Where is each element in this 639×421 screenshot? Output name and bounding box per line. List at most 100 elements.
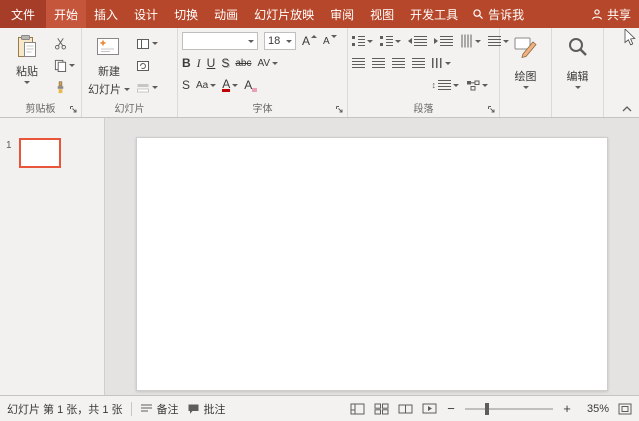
- titlebar-spacer: [530, 0, 583, 28]
- change-case-glyph: Aa: [196, 79, 209, 91]
- paragraph-dialog-launcher[interactable]: [487, 105, 497, 115]
- slideshow-button[interactable]: [422, 403, 437, 415]
- slide-sorter-button[interactable]: [374, 403, 389, 415]
- chevron-up-icon: [622, 106, 632, 112]
- tab-slideshow[interactable]: 幻灯片放映: [246, 0, 322, 28]
- bold-button[interactable]: B: [182, 56, 191, 70]
- format-painter-button[interactable]: [54, 80, 75, 95]
- slide-canvas[interactable]: [136, 137, 608, 391]
- underline-button[interactable]: U: [207, 56, 216, 70]
- zoom-slider-handle[interactable]: [485, 402, 489, 415]
- character-spacing-button[interactable]: AV: [257, 56, 279, 71]
- convert-to-smartart-button[interactable]: [466, 78, 488, 93]
- comment-icon: [188, 404, 199, 414]
- font-dialog-launcher[interactable]: [335, 105, 345, 115]
- drawing-button-label: 绘图: [514, 71, 537, 83]
- decrease-indent-button[interactable]: [408, 34, 427, 49]
- tab-review[interactable]: 审阅: [322, 0, 362, 28]
- zoom-in-button[interactable]: +: [562, 402, 572, 415]
- columns-icon: [432, 58, 443, 68]
- slide-editor-area: [105, 118, 639, 395]
- new-slide-label-line2: 幻灯片: [88, 84, 121, 96]
- powerpoint-window: 文件 开始 插入 设计 切换 动画 幻灯片放映 审阅 视图 开发工具 告诉我 共…: [0, 0, 639, 421]
- drawing-icon: [513, 33, 539, 61]
- share-person-icon: [591, 8, 603, 21]
- tab-animations[interactable]: 动画: [206, 0, 246, 28]
- slide-counter: 幻灯片 第 1 张，共 1 张: [7, 403, 123, 416]
- drawing-button[interactable]: 绘图: [504, 31, 547, 114]
- fit-to-window-icon: [618, 403, 632, 414]
- slide-sorter-icon: [374, 403, 389, 414]
- reset-icon: [137, 60, 149, 71]
- columns-button[interactable]: [432, 56, 451, 71]
- tab-home[interactable]: 开始: [46, 0, 87, 28]
- section-icon: [137, 83, 149, 92]
- paste-button[interactable]: 粘贴: [4, 31, 50, 102]
- decrease-font-size-glyph: A: [323, 35, 330, 47]
- section-button[interactable]: [136, 80, 158, 95]
- tab-insert[interactable]: 插入: [86, 0, 126, 28]
- tab-design[interactable]: 设计: [126, 0, 166, 28]
- slides-group-label: 幻灯片: [114, 104, 145, 115]
- cut-button[interactable]: [54, 36, 75, 51]
- font-size-select[interactable]: 18: [264, 32, 296, 50]
- tab-developer[interactable]: 开发工具: [402, 0, 466, 28]
- text-direction-icon: [461, 34, 472, 48]
- slide-thumbnails-panel: 1: [0, 118, 105, 395]
- tab-view[interactable]: 视图: [362, 0, 402, 28]
- increase-indent-icon: [434, 38, 438, 44]
- justify-button[interactable]: [412, 58, 425, 68]
- text-effects-button[interactable]: S: [182, 78, 190, 92]
- collapse-ribbon-button[interactable]: [621, 105, 633, 113]
- tell-me-box[interactable]: 告诉我: [466, 0, 530, 28]
- italic-button[interactable]: I: [197, 56, 201, 70]
- slides-group: 新建 幻灯片 幻灯片: [82, 28, 178, 117]
- editing-button-label: 编辑: [566, 71, 589, 83]
- font-name-select[interactable]: [182, 32, 258, 50]
- slide-thumbnail-selected[interactable]: [18, 138, 61, 168]
- notes-button[interactable]: 备注: [140, 401, 179, 417]
- format-painter-icon: [57, 81, 64, 94]
- share-button[interactable]: 共享: [583, 0, 639, 28]
- comments-button[interactable]: 批注: [187, 401, 226, 417]
- slide-layout-button[interactable]: [136, 36, 158, 51]
- zoom-out-button[interactable]: −: [446, 402, 456, 415]
- change-case-button[interactable]: Aa: [196, 78, 217, 93]
- increase-font-size-button[interactable]: A: [302, 34, 318, 48]
- tab-file[interactable]: 文件: [0, 0, 47, 28]
- tab-transitions[interactable]: 切换: [166, 0, 206, 28]
- font-color-button[interactable]: A: [222, 78, 239, 93]
- copy-button[interactable]: [54, 58, 75, 73]
- zoom-percentage[interactable]: 35%: [581, 403, 609, 415]
- slide-thumbnail-item-1[interactable]: 1: [0, 138, 104, 168]
- content-area: 1: [0, 118, 639, 395]
- notes-label: 备注: [156, 403, 179, 416]
- align-left-button[interactable]: [352, 58, 365, 68]
- decrease-font-size-button[interactable]: A: [323, 34, 337, 48]
- statusbar-divider: [130, 401, 132, 416]
- bullets-button[interactable]: [352, 34, 373, 49]
- reset-slide-button[interactable]: [136, 58, 158, 73]
- editing-button[interactable]: 编辑: [556, 31, 599, 114]
- decrease-indent-lines: [414, 36, 427, 46]
- increase-indent-button[interactable]: [434, 34, 453, 49]
- new-slide-button[interactable]: 新建 幻灯片: [86, 31, 132, 102]
- text-direction-button[interactable]: [460, 34, 481, 49]
- drawing-group: 绘图: [500, 28, 552, 117]
- numbering-icon: [380, 36, 393, 46]
- smartart-dropdown-arrow: [482, 83, 488, 87]
- zoom-slider[interactable]: [465, 402, 553, 415]
- numbering-button[interactable]: [380, 34, 401, 49]
- line-spacing-button[interactable]: ↕: [432, 78, 459, 93]
- align-center-button[interactable]: [372, 58, 385, 68]
- clipboard-dialog-launcher[interactable]: [69, 105, 79, 115]
- text-shadow-button[interactable]: S: [221, 56, 229, 70]
- align-right-button[interactable]: [392, 58, 405, 68]
- normal-view-button[interactable]: [350, 403, 365, 415]
- menubar: 文件 开始 插入 设计 切换 动画 幻灯片放映 审阅 视图 开发工具 告诉我 共…: [0, 0, 639, 28]
- clear-formatting-button[interactable]: A: [244, 78, 258, 92]
- strikethrough-button[interactable]: abc: [235, 57, 251, 70]
- reading-view-button[interactable]: [398, 403, 413, 415]
- fit-to-window-button[interactable]: [618, 403, 632, 415]
- line-spacing-lines: [438, 80, 451, 90]
